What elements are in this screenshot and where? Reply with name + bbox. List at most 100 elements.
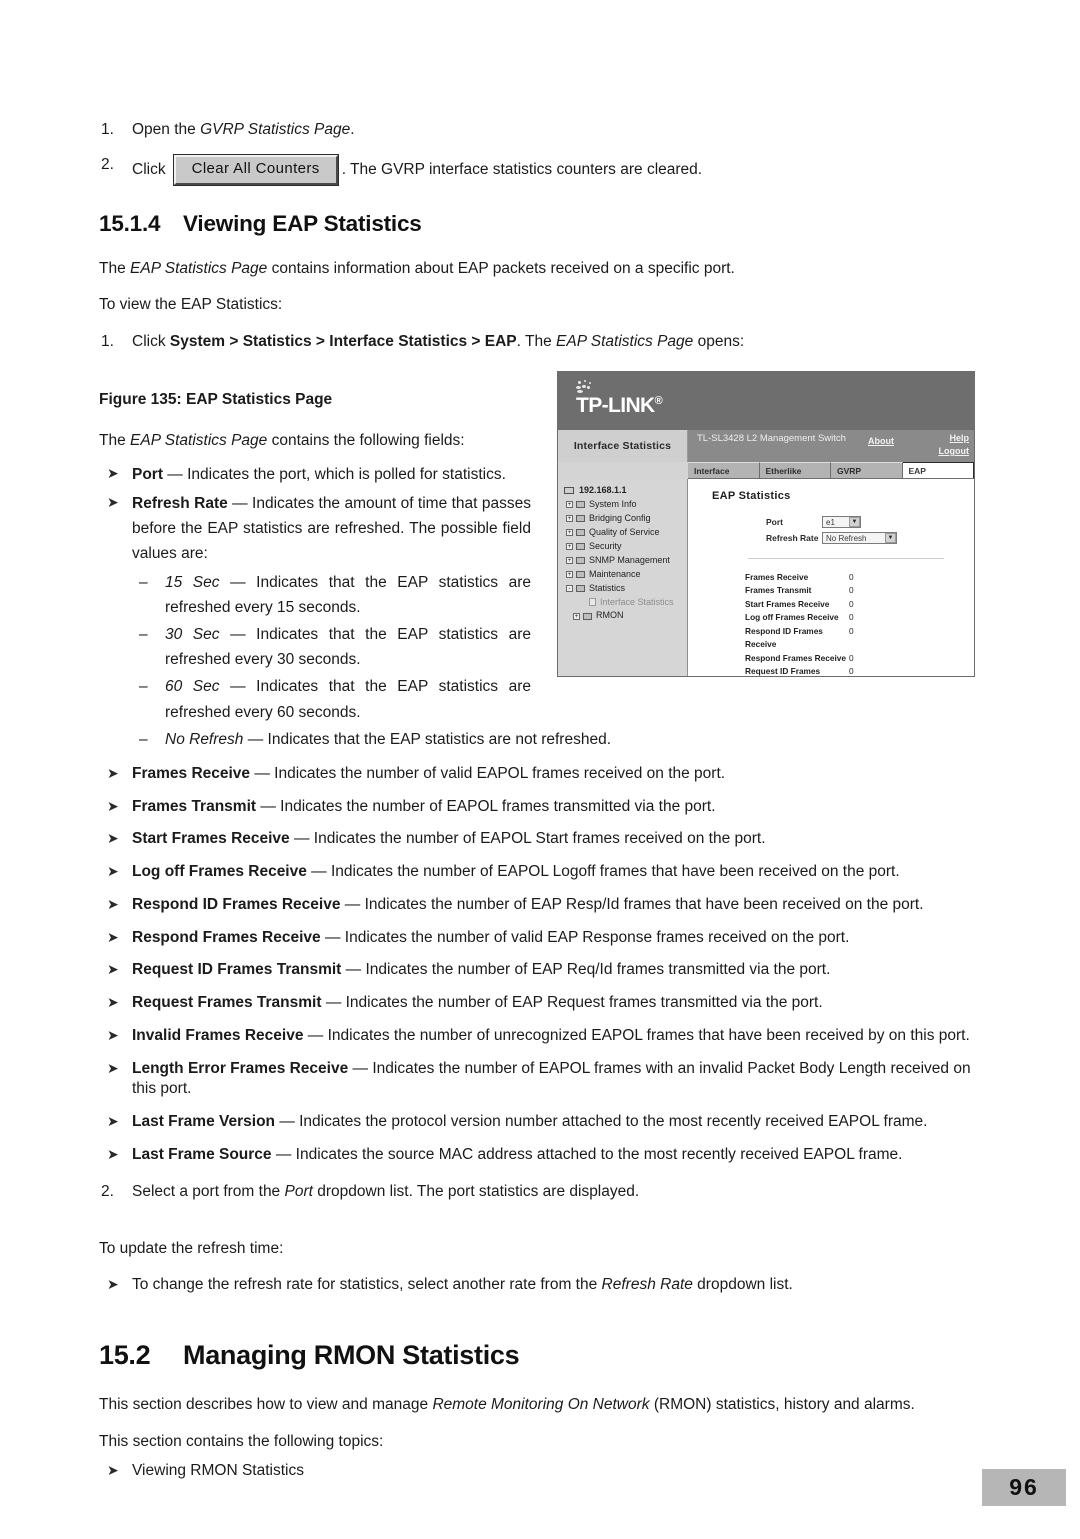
field-term: Last Frame Version — [132, 1113, 276, 1131]
tab-eap[interactable]: EAP — [902, 462, 974, 478]
arrow-bullet-icon: ➤ — [107, 1026, 119, 1043]
topic-viewing-rmon-statistics[interactable]: ➤ Viewing RMON Statistics — [99, 1461, 985, 1482]
intro-paragraph: The EAP Statistics Page contains informa… — [99, 259, 985, 280]
rmon-intro: This section describes how to view and m… — [99, 1395, 985, 1416]
field-desc: — Indicates the protocol version number … — [275, 1113, 928, 1131]
field-term: Invalid Frames Receive — [132, 1026, 304, 1044]
tree-item-rmon[interactable]: + RMON — [562, 609, 687, 623]
stat-value: 0 — [849, 652, 854, 663]
field-bullet-port: ➤ Port — Indicates the port, which is pol… — [99, 462, 531, 487]
app-banner: TP-LINK® — [558, 372, 974, 430]
option-desc: — Indicates that the EAP statistics are … — [165, 678, 531, 721]
option-desc: — Indicates that the EAP statistics are … — [165, 626, 531, 669]
tree-item-maintenance[interactable]: + Maintenance — [562, 568, 687, 582]
step-number: 1. — [101, 333, 114, 351]
table-row: Frames Transmit 0 — [745, 584, 974, 597]
chevron-down-icon[interactable]: ▼ — [849, 517, 860, 527]
field-desc: — Indicates the number of EAP Resp/Id fr… — [340, 895, 924, 913]
field-desc: — Indicates the number of EAP Request fr… — [321, 994, 823, 1012]
expand-plus-icon[interactable]: + — [566, 571, 573, 579]
field-term: Frames Receive — [132, 764, 251, 782]
navigation-tree: 192.168.1.1 + System Info + Bridging Confi… — [558, 479, 688, 676]
expand-plus-icon[interactable]: + — [566, 529, 573, 537]
major-section-title: Managing RMON Statistics — [183, 1340, 520, 1371]
page-content: 1. Open the GVRP Statistics Page. 2. Click… — [99, 120, 985, 1493]
expand-plus-icon[interactable]: + — [566, 501, 573, 509]
to-view-label: To view the EAP Statistics: — [99, 296, 283, 314]
eap-statistics-page-ref: EAP Statistics Page — [130, 259, 268, 277]
step-number: 2. — [101, 1182, 114, 1200]
field-desc: — Indicates the number of EAPOL Logoff f… — [306, 863, 900, 881]
section-number: 15.1.4 — [99, 210, 161, 236]
tree-item-quality-of-service[interactable]: + Quality of Service — [562, 526, 687, 540]
refresh-option-no-refresh: – No Refresh — Indicates that the EAP sta… — [99, 727, 985, 752]
panel-title: EAP Statistics — [712, 490, 791, 502]
refresh-option-60sec: –60 Sec — Indicates that the EAP statist… — [99, 674, 531, 724]
tree-item-device-ip[interactable]: 192.168.1.1 — [562, 484, 687, 498]
list-item: ➤ Last Frame Version — Indicates the prot… — [99, 1112, 985, 1133]
folder-icon — [576, 501, 585, 509]
arrow-bullet-icon: ➤ — [107, 1461, 119, 1478]
tree-item-snmp-management[interactable]: + SNMP Management — [562, 554, 687, 568]
dash-bullet-icon: – — [139, 730, 148, 748]
table-row: Frames Receive 0 — [745, 571, 974, 584]
about-link[interactable]: About — [868, 436, 894, 446]
expand-plus-icon[interactable]: + — [566, 515, 573, 523]
refresh-rate-dropdown[interactable]: No Refresh ▼ — [822, 532, 897, 544]
app-header-right: TL-SL3428 L2 Management Switch About Hel… — [688, 430, 974, 462]
select-before: Select a port from the — [132, 1182, 285, 1200]
tab-etherlike[interactable]: Etherlike — [759, 462, 831, 478]
clear-all-counters-button[interactable]: Clear All Counters — [172, 153, 339, 186]
port-ref: Port — [284, 1182, 313, 1200]
arrow-bullet-icon: ➤ — [107, 863, 119, 880]
divider — [748, 558, 944, 559]
tree-item-interface-statistics[interactable]: Interface Statistics — [562, 596, 687, 610]
document-icon — [589, 598, 596, 607]
stat-value: 0 — [849, 572, 854, 582]
refresh-rate-control-row: Refresh Rate No Refresh ▼ — [766, 532, 974, 544]
computer-icon — [564, 487, 574, 495]
field-desc: — Indicates the port, which is polled fo… — [163, 465, 506, 483]
controls-area: Port e1 ▼ Refresh Rate No Refresh ▼ — [766, 516, 974, 544]
help-link[interactable]: Help — [949, 433, 969, 443]
fields-column: The EAP Statistics Page contains the fol… — [99, 431, 531, 725]
arrow-bullet-icon: ➤ — [107, 961, 119, 978]
dash-bullet-icon: – — [139, 574, 148, 592]
table-row: Respond ID Frames Receive 0 — [745, 625, 974, 652]
expand-plus-icon[interactable]: + — [566, 557, 573, 565]
intro-before: The — [99, 259, 131, 277]
intro-after: contains information about EAP packets r… — [267, 259, 735, 277]
chevron-down-icon[interactable]: ▼ — [885, 533, 896, 543]
document-page: 1. Open the GVRP Statistics Page. 2. Click… — [0, 0, 1080, 1539]
arrow-bullet-icon: ➤ — [107, 797, 119, 814]
folder-icon — [576, 557, 585, 565]
step-text-before: Open the — [132, 121, 201, 138]
list-item: ➤ Request ID Frames Transmit — Indicates … — [99, 960, 985, 981]
expand-plus-icon[interactable]: + — [566, 543, 573, 551]
list-item: ➤ Last Frame Source — Indicates the sourc… — [99, 1145, 985, 1166]
dash-bullet-icon: – — [139, 678, 148, 696]
refresh-option-15sec: –15 Sec — Indicates that the EAP statist… — [99, 570, 531, 620]
arrow-bullet-icon: ➤ — [107, 1059, 119, 1076]
collapse-minus-icon[interactable]: - — [566, 585, 573, 593]
panel-name-label: Interface Statistics — [558, 430, 688, 462]
refresh-option-30sec: –30 Sec — Indicates that the EAP statist… — [99, 622, 531, 672]
major-section-number: 15.2 — [99, 1340, 151, 1371]
expand-plus-icon[interactable]: + — [573, 612, 580, 620]
tree-item-security[interactable]: + Security — [562, 540, 687, 554]
tree-item-statistics[interactable]: - Statistics — [562, 582, 687, 596]
stat-label: Respond Frames Receive — [745, 652, 846, 663]
stat-value: 0 — [849, 666, 854, 677]
fields-intro-after: contains the following fields: — [267, 431, 465, 449]
tab-gvrp[interactable]: GVRP — [831, 462, 903, 478]
arrow-bullet-icon: ➤ — [107, 464, 119, 481]
tab-interface[interactable]: Interface — [688, 462, 760, 478]
tree-item-bridging-config[interactable]: + Bridging Config — [562, 512, 687, 526]
field-term: Length Error Frames Receive — [132, 1059, 349, 1077]
tree-item-system-info[interactable]: + System Info — [562, 498, 687, 512]
logout-link[interactable]: Logout — [939, 446, 970, 456]
brand-name: TP-LINK — [576, 394, 655, 417]
click-before: Click — [132, 333, 170, 351]
port-dropdown[interactable]: e1 ▼ — [822, 516, 861, 528]
tree-item-label: SNMP Management — [589, 554, 670, 565]
